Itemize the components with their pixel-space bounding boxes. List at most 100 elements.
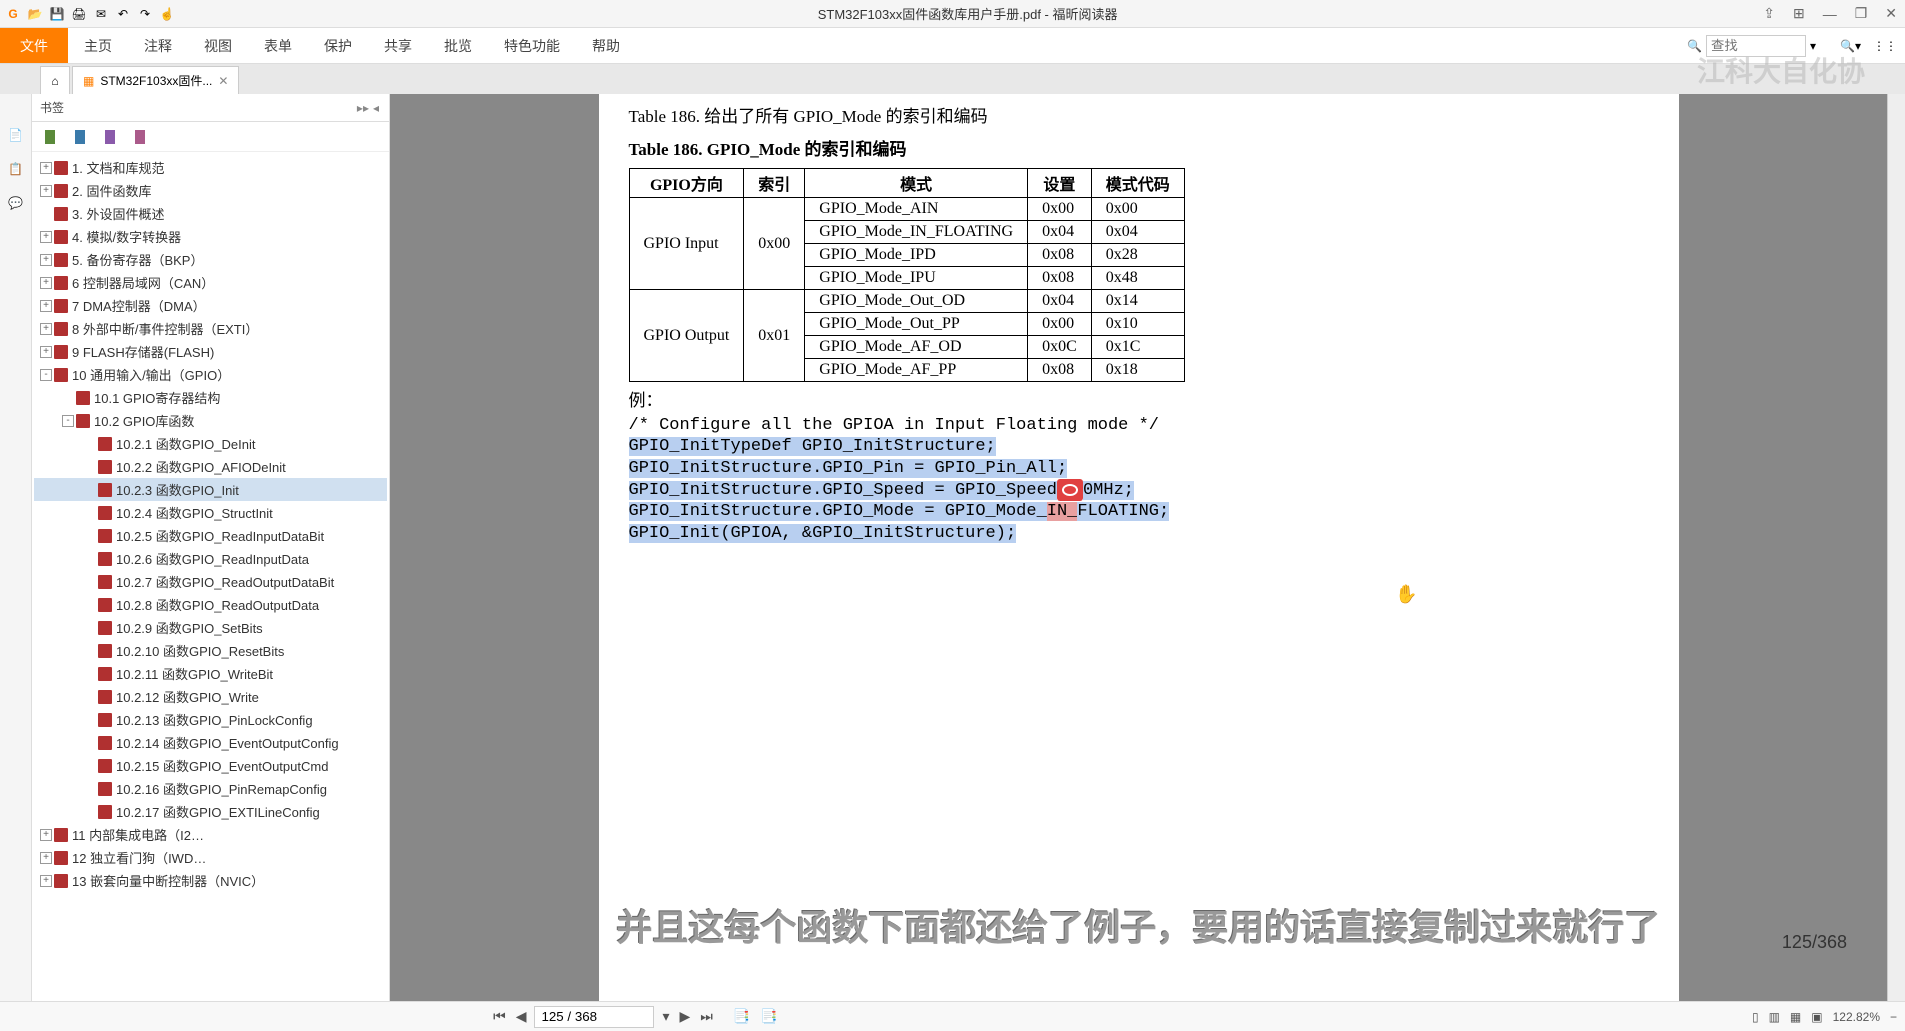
share-icon[interactable]: ⇪ xyxy=(1759,5,1779,22)
bookmark-item[interactable]: 10.2.10 函数GPIO_ResetBits xyxy=(34,639,387,662)
bookmarks-tree[interactable]: +1. 文档和库规范+2. 固件函数库3. 外设固件概述+4. 模拟/数字转换器… xyxy=(32,152,389,1001)
collapse-icon[interactable]: ◂ xyxy=(371,101,381,115)
bookmark-item[interactable]: 10.2.6 函数GPIO_ReadInputData xyxy=(34,547,387,570)
bookmark-item[interactable]: +11 内部集成电路（I2… xyxy=(34,823,387,846)
menu-view[interactable]: 视图 xyxy=(188,28,248,63)
bookmark-item[interactable]: 10.2.12 函数GPIO_Write xyxy=(34,685,387,708)
view-facing-icon[interactable]: ▦ xyxy=(1790,1010,1801,1024)
bookmark-item[interactable]: 10.2.1 函数GPIO_DeInit xyxy=(34,432,387,455)
menu-review[interactable]: 批览 xyxy=(428,28,488,63)
tree-toggle-icon[interactable]: + xyxy=(40,185,52,197)
tree-toggle-icon[interactable]: - xyxy=(62,415,74,427)
tab-home[interactable]: ⌂ xyxy=(40,66,70,94)
view-cover-icon[interactable]: ▣ xyxy=(1811,1010,1822,1024)
bookmark-item[interactable]: 10.2.14 函数GPIO_EventOutputConfig xyxy=(34,731,387,754)
bookmark-item[interactable]: +9 FLASH存储器(FLASH) xyxy=(34,340,387,363)
tree-toggle-icon[interactable]: + xyxy=(40,346,52,358)
menu-protect[interactable]: 保护 xyxy=(308,28,368,63)
bookmark-item[interactable]: +4. 模拟/数字转换器 xyxy=(34,225,387,248)
bookmark-item[interactable]: 10.2.15 函数GPIO_EventOutputCmd xyxy=(34,754,387,777)
bookmark-item[interactable]: +6 控制器局域网（CAN） xyxy=(34,271,387,294)
last-page-icon[interactable]: ⏭ xyxy=(698,1008,715,1025)
clipboard-icon[interactable]: 📋 xyxy=(5,158,27,180)
prev-page-icon[interactable]: ◀ xyxy=(514,1008,529,1025)
vertical-scrollbar[interactable] xyxy=(1887,94,1905,1001)
print-icon[interactable]: 🖨 xyxy=(70,5,88,23)
tree-toggle-icon[interactable]: + xyxy=(40,231,52,243)
hand-icon[interactable]: ☝ xyxy=(158,5,176,23)
menu-home[interactable]: 主页 xyxy=(68,28,128,63)
bookmark-item[interactable]: 10.2.13 函数GPIO_PinLockConfig xyxy=(34,708,387,731)
bookmark-item[interactable]: 10.2.11 函数GPIO_WriteBit xyxy=(34,662,387,685)
menu-form[interactable]: 表单 xyxy=(248,28,308,63)
bookmark-item[interactable]: -10 通用输入/输出（GPIO） xyxy=(34,363,387,386)
search-dropdown-icon[interactable]: ▾ xyxy=(1810,39,1816,53)
maximize-icon[interactable]: ❐ xyxy=(1851,5,1872,22)
save-icon[interactable]: 💾 xyxy=(48,5,66,23)
first-page-icon[interactable]: ⏮ xyxy=(491,1008,508,1025)
tree-toggle-icon[interactable]: + xyxy=(40,875,52,887)
bookmark-item[interactable]: +1. 文档和库规范 xyxy=(34,156,387,179)
bookmark-item[interactable]: +13 嵌套向量中断控制器（NVIC） xyxy=(34,869,387,892)
tree-toggle-icon[interactable]: + xyxy=(40,323,52,335)
bookmark-item[interactable]: 10.2.16 函数GPIO_PinRemapConfig xyxy=(34,777,387,800)
page-input[interactable] xyxy=(534,1006,654,1028)
bookmark-item[interactable]: +7 DMA控制器（DMA） xyxy=(34,294,387,317)
tree-toggle-icon[interactable]: + xyxy=(40,162,52,174)
open-icon[interactable]: 📂 xyxy=(26,5,44,23)
insert-icon[interactable]: 📑 xyxy=(731,1008,752,1025)
tree-toggle-icon[interactable]: + xyxy=(40,829,52,841)
bookmark-item[interactable]: 10.2.7 函数GPIO_ReadOutputDataBit xyxy=(34,570,387,593)
bookmark-item[interactable]: +5. 备份寄存器（BKP） xyxy=(34,248,387,271)
bookmark-item[interactable]: +2. 固件函数库 xyxy=(34,179,387,202)
bookmark-item[interactable]: 10.2.3 函数GPIO_Init xyxy=(34,478,387,501)
zoom-out-icon[interactable]: − xyxy=(1890,1010,1897,1024)
bookmark-del-icon[interactable] xyxy=(72,128,90,146)
bookmark-item[interactable]: 10.2.2 函数GPIO_AFIODeInit xyxy=(34,455,387,478)
bookmark-item[interactable]: 10.2.8 函数GPIO_ReadOutputData xyxy=(34,593,387,616)
tree-toggle-icon[interactable]: + xyxy=(40,277,52,289)
menu-help[interactable]: 帮助 xyxy=(576,28,636,63)
tab-document[interactable]: ▦ STM32F103xx固件... ✕ xyxy=(72,66,239,94)
search-icon[interactable]: 🔍 xyxy=(1687,39,1702,53)
tab-close-icon[interactable]: ✕ xyxy=(218,74,228,88)
next-page-icon[interactable]: ▶ xyxy=(678,1008,693,1025)
bookmark-item[interactable]: 10.1 GPIO寄存器结构 xyxy=(34,386,387,409)
bookmark-add-icon[interactable] xyxy=(42,128,60,146)
file-menu[interactable]: 文件 xyxy=(0,28,68,63)
bookmark-expand-icon[interactable] xyxy=(102,128,120,146)
page-icon[interactable]: 📄 xyxy=(5,124,27,146)
collapse-left-icon[interactable]: ▸▸ xyxy=(355,101,371,115)
menu-annotate[interactable]: 注释 xyxy=(128,28,188,63)
page-dropdown-icon[interactable]: ▾ xyxy=(660,1008,671,1025)
tree-toggle-icon[interactable]: + xyxy=(40,254,52,266)
bookmark-item[interactable]: 3. 外设固件概述 xyxy=(34,202,387,225)
bookmark-collapse-icon[interactable] xyxy=(132,128,150,146)
menu-features[interactable]: 特色功能 xyxy=(488,28,576,63)
close-icon[interactable]: ✕ xyxy=(1881,5,1901,22)
bookmark-item[interactable]: 10.2.17 函数GPIO_EXTILineConfig xyxy=(34,800,387,823)
minimize-icon[interactable]: — xyxy=(1819,6,1841,22)
view-single-icon[interactable]: ▯ xyxy=(1752,1010,1759,1024)
redo-icon[interactable]: ↷ xyxy=(136,5,154,23)
bookmark-item[interactable]: -10.2 GPIO库函数 xyxy=(34,409,387,432)
undo-icon[interactable]: ↶ xyxy=(114,5,132,23)
view-cont-icon[interactable]: ▥ xyxy=(1769,1010,1780,1024)
options-icon[interactable]: ⋮⋮ xyxy=(1873,39,1897,53)
tree-toggle-icon[interactable]: + xyxy=(40,300,52,312)
document-viewport[interactable]: Table 186. 给出了所有 GPIO_Mode 的索引和编码 Table … xyxy=(390,94,1887,1001)
grid-icon[interactable]: ⊞ xyxy=(1789,5,1809,22)
bookmark-item[interactable]: +8 外部中断/事件控制器（EXTI） xyxy=(34,317,387,340)
email-icon[interactable]: ✉ xyxy=(92,5,110,23)
bookmark-item[interactable]: 10.2.5 函数GPIO_ReadInputDataBit xyxy=(34,524,387,547)
search-go-icon[interactable]: 🔍▾ xyxy=(1840,39,1861,53)
tree-toggle-icon[interactable]: + xyxy=(40,852,52,864)
bookmark-item[interactable]: +12 独立看门狗（IWD… xyxy=(34,846,387,869)
comment-icon[interactable]: 💬 xyxy=(5,192,27,214)
code-example[interactable]: /* Configure all the GPIOA in Input Floa… xyxy=(629,415,1649,544)
bookmark-item[interactable]: 10.2.4 函数GPIO_StructInit xyxy=(34,501,387,524)
menu-share[interactable]: 共享 xyxy=(368,28,428,63)
tree-toggle-icon[interactable]: - xyxy=(40,369,52,381)
bookmark-item[interactable]: 10.2.9 函数GPIO_SetBits xyxy=(34,616,387,639)
search-input[interactable] xyxy=(1706,35,1806,57)
